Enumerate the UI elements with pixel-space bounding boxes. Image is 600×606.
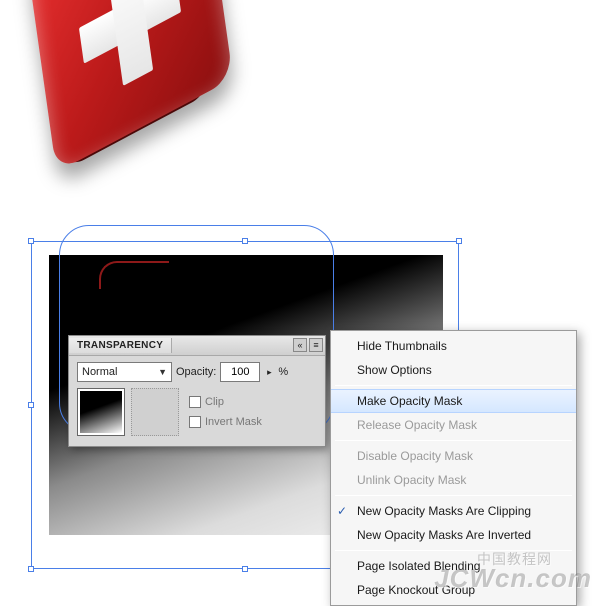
opacity-input[interactable] [220, 362, 260, 382]
check-icon: ✓ [337, 503, 347, 519]
clip-checkbox[interactable]: Clip [189, 396, 262, 408]
menu-new-masks-clipping[interactable]: ✓ New Opacity Masks Are Clipping [331, 499, 576, 523]
menu-new-masks-inverted[interactable]: New Opacity Masks Are Inverted [331, 523, 576, 547]
handle-bottom-left[interactable] [28, 566, 34, 572]
watermark: 中国教程网 JCWcn.com [434, 563, 592, 594]
menu-hide-thumbnails[interactable]: Hide Thumbnails [331, 334, 576, 358]
red-cross-block [27, 0, 233, 172]
handle-top-left[interactable] [28, 238, 34, 244]
blend-mode-dropdown[interactable]: Normal ▼ [77, 362, 172, 382]
blend-mode-value: Normal [82, 366, 117, 378]
watermark-sub: 中国教程网 [477, 549, 552, 569]
mask-thumbnail-empty[interactable] [131, 388, 179, 436]
menu-show-options[interactable]: Show Options [331, 358, 576, 382]
panel-tab-row: TRANSPARENCY « ≡ [69, 336, 325, 356]
opacity-label: Opacity: [176, 366, 216, 378]
invert-mask-checkbox[interactable]: Invert Mask [189, 416, 262, 428]
transparency-panel: TRANSPARENCY « ≡ Normal ▼ Opacity: ▸ % [68, 335, 326, 447]
menu-disable-opacity-mask: Disable Opacity Mask [331, 444, 576, 468]
handle-mid-left[interactable] [28, 402, 34, 408]
chevron-down-icon: ▼ [158, 367, 167, 377]
panel-body: Normal ▼ Opacity: ▸ % Clip Invert Mask [69, 356, 325, 446]
handle-top-right[interactable] [456, 238, 462, 244]
opacity-stepper-icon[interactable]: ▸ [264, 367, 274, 378]
menu-separator [335, 495, 572, 496]
menu-separator [335, 385, 572, 386]
menu-release-opacity-mask: Release Opacity Mask [331, 413, 576, 437]
panel-flyout-icon[interactable]: ≡ [309, 338, 323, 352]
artwork-thumbnail[interactable] [77, 388, 125, 436]
menu-make-opacity-mask[interactable]: Make Opacity Mask [331, 389, 576, 413]
handle-top-mid[interactable] [242, 238, 248, 244]
menu-unlink-opacity-mask: Unlink Opacity Mask [331, 468, 576, 492]
opacity-percent: % [278, 366, 288, 378]
menu-separator [335, 440, 572, 441]
panel-tab-transparency[interactable]: TRANSPARENCY [69, 338, 172, 353]
handle-bottom-mid[interactable] [242, 566, 248, 572]
panel-collapse-icon[interactable]: « [293, 338, 307, 352]
